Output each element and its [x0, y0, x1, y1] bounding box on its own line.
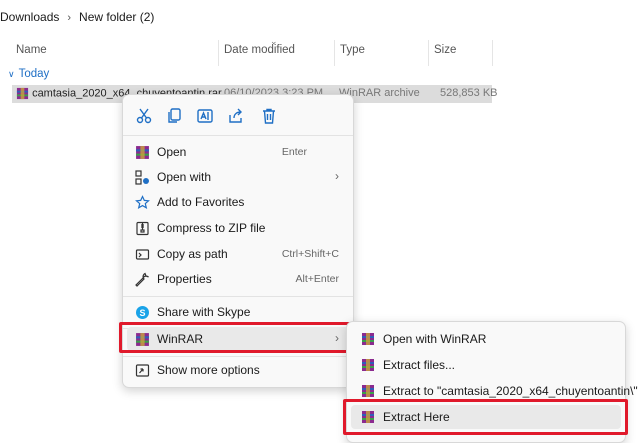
column-divider[interactable]	[218, 40, 219, 66]
extract-here-highlight-box	[343, 399, 628, 435]
copy-path-icon	[135, 249, 150, 260]
submenu-item-label: Extract to "camtasia_2020_x64_chuyentoan…	[383, 384, 638, 398]
submenu-item-label: Open with WinRAR	[383, 332, 487, 346]
share-icon[interactable]	[227, 107, 245, 125]
menu-item-label: Show more options	[157, 363, 260, 377]
copy-icon[interactable]	[165, 107, 183, 125]
menu-item-show-more-options[interactable]: Show more options	[127, 358, 349, 382]
breadcrumb-item-current-folder[interactable]: New folder (2)	[79, 10, 154, 24]
menu-separator	[123, 356, 353, 357]
rename-icon[interactable]	[196, 107, 214, 125]
star-icon	[135, 195, 150, 210]
zip-icon	[136, 221, 149, 236]
column-header-row: Name ⌄ Date modified Type Size	[0, 36, 640, 66]
breadcrumb-item-downloads[interactable]: Downloads	[0, 10, 59, 24]
menu-item-add-to-favorites[interactable]: Add to Favorites	[127, 190, 349, 214]
shortcut-text: Alt+Enter	[295, 273, 339, 285]
submenu-item-extract-files[interactable]: Extract files...	[351, 353, 621, 377]
menu-item-open[interactable]: Open Enter	[127, 140, 349, 164]
menu-item-label: Add to Favorites	[157, 195, 245, 209]
winrar-highlight-box	[119, 322, 353, 353]
shortcut-text: Ctrl+Shift+C	[281, 248, 339, 260]
menu-item-label: Open with	[157, 170, 212, 184]
menu-item-properties[interactable]: Properties Alt+Enter	[127, 267, 349, 291]
skype-icon: S	[136, 306, 149, 319]
submenu-item-open-with-winrar[interactable]: Open with WinRAR	[351, 327, 621, 351]
menu-item-share-with-skype[interactable]: S Share with Skype	[127, 300, 349, 324]
menu-item-copy-as-path[interactable]: Copy as path Ctrl+Shift+C	[127, 242, 349, 266]
winrar-icon	[362, 333, 374, 345]
shortcut-text: Enter	[281, 146, 307, 158]
menu-separator	[123, 135, 353, 136]
group-label: Today	[18, 68, 50, 80]
menu-separator	[123, 296, 353, 297]
svg-text:S: S	[139, 308, 145, 318]
group-header-today[interactable]: ∨ Today	[8, 68, 49, 80]
cut-icon[interactable]	[135, 107, 153, 125]
column-divider[interactable]	[492, 40, 493, 66]
winrar-icon	[362, 385, 374, 397]
chevron-right-icon: ›	[335, 169, 339, 183]
menu-item-open-with[interactable]: Open with ›	[127, 165, 349, 189]
column-header-type[interactable]: Type	[340, 44, 365, 56]
file-size: 528,853 KB	[440, 87, 498, 99]
menu-item-label: Copy as path	[157, 247, 228, 261]
more-options-icon	[135, 364, 150, 377]
breadcrumb-separator: ›	[67, 12, 72, 24]
column-header-name[interactable]: Name	[16, 44, 47, 56]
wrench-icon	[135, 272, 149, 287]
winrar-icon	[362, 359, 374, 371]
column-header-size[interactable]: Size	[434, 44, 456, 56]
quick-action-bar	[123, 95, 353, 135]
column-header-date-modified[interactable]: Date modified	[224, 44, 295, 56]
chevron-down-icon: ∨	[8, 69, 15, 79]
menu-item-label: Open	[157, 145, 187, 159]
menu-item-label: Share with Skype	[157, 305, 251, 319]
submenu-item-label: Extract files...	[383, 358, 456, 372]
menu-item-compress-zip[interactable]: Compress to ZIP file	[127, 216, 349, 240]
column-divider[interactable]	[428, 40, 429, 66]
open-with-icon	[135, 170, 149, 185]
winrar-icon	[136, 146, 149, 159]
column-divider[interactable]	[334, 40, 335, 66]
menu-item-label: Properties	[157, 272, 212, 286]
breadcrumb: Downloads › New folder (2)	[0, 10, 154, 24]
menu-item-label: Compress to ZIP file	[157, 221, 266, 235]
winrar-archive-icon	[16, 87, 29, 100]
delete-icon[interactable]	[260, 107, 278, 125]
